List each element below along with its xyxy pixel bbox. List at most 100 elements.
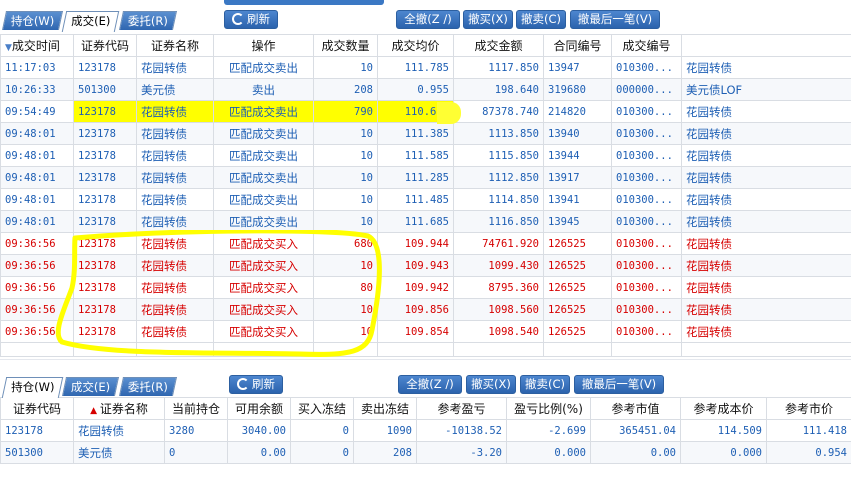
- trade-cell-code: 123178: [73, 166, 137, 189]
- col-header-time[interactable]: ▼成交时间: [0, 34, 74, 57]
- refresh-button[interactable]: 刷新: [224, 10, 278, 29]
- trade-cell-contract: 319680: [543, 78, 612, 101]
- trade-row[interactable]: 09:48:01 123178 花园转债 匹配成交卖出 10 111.385 1113.85…: [0, 122, 851, 145]
- pos-header-ratio[interactable]: 盈亏比例(%): [506, 397, 591, 420]
- tab-orders-bottom[interactable]: 委托(R): [118, 377, 177, 396]
- refresh-button-bottom[interactable]: 刷新: [229, 375, 283, 394]
- pos-header-avail[interactable]: 可用余额: [227, 397, 291, 420]
- trade-cell-extra: 花园转债: [681, 122, 851, 145]
- col-header-deal[interactable]: 成交编号: [611, 34, 682, 57]
- trade-cell-amount: 1115.850: [453, 144, 544, 167]
- position-cell-cost: 0.000: [680, 441, 767, 464]
- trade-row[interactable]: 09:36:56 123178 花园转债 匹配成交买入 10 109.856 1098.56…: [0, 298, 851, 321]
- trade-cell-price: 109.943: [377, 254, 454, 277]
- trade-row[interactable]: 10:26:33 501300 美元债 卖出 208 0.955 198.640 319680…: [0, 78, 851, 101]
- trade-cell-name: 花园转债: [136, 276, 214, 299]
- trade-cell-qty: 10: [313, 144, 378, 167]
- pos-header-cost[interactable]: 参考成本价: [680, 397, 767, 420]
- col-header-name[interactable]: 证券名称: [136, 34, 214, 57]
- trade-row[interactable]: 09:36:56 123178 花园转债 匹配成交买入 10 109.854 1098.54…: [0, 320, 851, 343]
- cancel-last-button[interactable]: 撤最后一笔(V): [570, 10, 660, 29]
- position-cell-buyfrz: 0: [290, 419, 354, 442]
- trade-cell-name: 花园转债: [136, 232, 214, 255]
- empty-cell: [313, 342, 378, 357]
- trade-row[interactable]: 09:54:49 123178 花园转债 匹配成交卖出 790 110.606 87378.…: [0, 100, 851, 123]
- cancel-last-button-bottom[interactable]: 撤最后一笔(V): [574, 375, 664, 394]
- trade-row[interactable]: 09:48:01 123178 花园转债 匹配成交卖出 10 111.585 1115.85…: [0, 144, 851, 167]
- trade-cell-qty: 10: [313, 254, 378, 277]
- cancel-sell-button-bottom[interactable]: 撤卖(C): [520, 375, 570, 394]
- col-header-code[interactable]: 证券代码: [73, 34, 137, 57]
- trade-row[interactable]: 09:48:01 123178 花园转债 匹配成交卖出 10 111.485 1114.85…: [0, 188, 851, 211]
- col-header-qty[interactable]: 成交数量: [313, 34, 378, 57]
- pos-header-mv[interactable]: 参考市值: [590, 397, 681, 420]
- trade-cell-op: 匹配成交卖出: [213, 100, 314, 123]
- trade-cell-time: 09:48:01: [0, 188, 74, 211]
- trade-cell-contract: 126525: [543, 254, 612, 277]
- trade-cell-qty: 80: [313, 276, 378, 299]
- pos-header-pnl[interactable]: 参考盈亏: [416, 397, 507, 420]
- position-row[interactable]: 501300 美元债 0 0.00 0 208 -3.20 0.000 0.00 0.000 0.9…: [0, 441, 851, 464]
- trade-cell-amount: 1113.850: [453, 122, 544, 145]
- pos-header-sellfrz[interactable]: 卖出冻结: [353, 397, 417, 420]
- pos-header-buyfrz[interactable]: 买入冻结: [290, 397, 354, 420]
- pos-header-code[interactable]: 证券代码: [0, 397, 74, 420]
- trade-cell-contract: 13944: [543, 144, 612, 167]
- pos-header-name[interactable]: ▲ 证券名称: [73, 397, 165, 420]
- cancel-buy-button[interactable]: 撤买(X): [463, 10, 513, 29]
- trade-row[interactable]: 09:48:01 123178 花园转债 匹配成交卖出 10 111.285 1112.85…: [0, 166, 851, 189]
- position-row[interactable]: 123178 花园转债 3280 3040.00 0 1090 -10138.52 -2.69…: [0, 419, 851, 442]
- trade-cell-extra: 花园转债: [681, 188, 851, 211]
- trade-row[interactable]: 09:36:56 123178 花园转债 匹配成交买入 10 109.943 1099.43…: [0, 254, 851, 277]
- tab-positions-bottom[interactable]: 持仓(W): [1, 377, 64, 398]
- pos-header-mkt[interactable]: 参考市价: [766, 397, 851, 420]
- trade-cell-qty: 790: [313, 100, 378, 123]
- trade-row[interactable]: 09:36:56 123178 花园转债 匹配成交买入 680 109.944 74761.…: [0, 232, 851, 255]
- panel-divider: [0, 359, 851, 375]
- cancel-all-button[interactable]: 全撤(Z /): [396, 10, 460, 29]
- trade-cell-time: 10:26:33: [0, 78, 74, 101]
- cancel-buy-button-bottom[interactable]: 撤买(X): [466, 375, 516, 394]
- positions-tabstrip: 持仓(W) 成交(E) 委托(R): [0, 377, 177, 398]
- trade-cell-code: 123178: [73, 122, 137, 145]
- trade-cell-op: 匹配成交卖出: [213, 188, 314, 211]
- trade-row[interactable]: 11:17:03 123178 花园转债 匹配成交卖出 10 111.785 1117.85…: [0, 56, 851, 79]
- tab-trades-bottom[interactable]: 成交(E): [62, 377, 120, 396]
- col-header-amount[interactable]: 成交金额: [453, 34, 544, 57]
- trade-cell-deal: 010300...: [611, 254, 682, 277]
- tab-trades[interactable]: 成交(E): [62, 11, 120, 32]
- trades-toolbar: 持仓(W) 成交(E) 委托(R) 刷新 全撤(Z /) 撤买(X) 撤卖(C)…: [0, 8, 851, 32]
- trade-row[interactable]: 09:48:01 123178 花园转债 匹配成交卖出 10 111.685 1116.85…: [0, 210, 851, 233]
- trade-cell-code: 123178: [73, 232, 137, 255]
- trade-cell-contract: 13917: [543, 166, 612, 189]
- trade-row[interactable]: 09:36:56 123178 花园转债 匹配成交买入 80 109.942 8795.36…: [0, 276, 851, 299]
- trade-cell-op: 匹配成交买入: [213, 276, 314, 299]
- trade-cell-price: 109.944: [377, 232, 454, 255]
- col-header-contract[interactable]: 合同编号: [543, 34, 612, 57]
- empty-cell: [136, 342, 214, 357]
- trade-cell-op: 匹配成交买入: [213, 232, 314, 255]
- trade-cell-name: 花园转债: [136, 254, 214, 277]
- trade-cell-amount: 1112.850: [453, 166, 544, 189]
- trade-cell-price: 109.856: [377, 298, 454, 321]
- cancel-sell-button[interactable]: 撤卖(C): [516, 10, 566, 29]
- tab-label: 持仓(W): [10, 14, 55, 28]
- trades-tabstrip: 持仓(W) 成交(E) 委托(R): [0, 11, 177, 32]
- trade-cell-time: 09:36:56: [0, 232, 74, 255]
- cancel-all-button-bottom[interactable]: 全撤(Z /): [398, 375, 462, 394]
- tab-orders[interactable]: 委托(R): [118, 11, 177, 30]
- tab-positions[interactable]: 持仓(W): [1, 11, 64, 30]
- col-header-op[interactable]: 操作: [213, 34, 314, 57]
- col-header-price[interactable]: 成交均价: [377, 34, 454, 57]
- trade-cell-qty: 10: [313, 298, 378, 321]
- trade-cell-name: 花园转债: [136, 122, 214, 145]
- trade-cell-code: 123178: [73, 56, 137, 79]
- pos-header-hold[interactable]: 当前持仓: [164, 397, 228, 420]
- tab-label: 持仓(W): [11, 380, 55, 394]
- tab-label: 委托(R): [127, 14, 168, 28]
- trade-cell-qty: 10: [313, 166, 378, 189]
- trade-cell-code: 123178: [73, 144, 137, 167]
- col-header-extra[interactable]: [681, 34, 851, 57]
- trade-cell-time: 11:17:03: [0, 56, 74, 79]
- trade-cell-amount: 1114.850: [453, 188, 544, 211]
